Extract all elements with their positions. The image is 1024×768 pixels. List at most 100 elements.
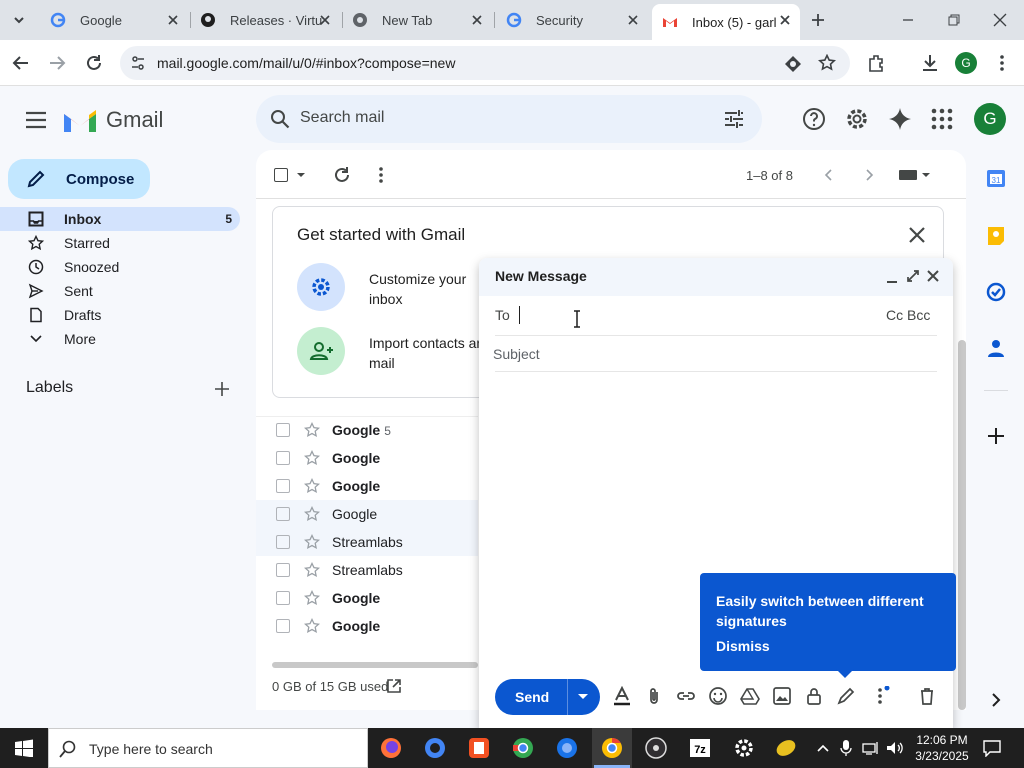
- office-app-icon[interactable]: [467, 736, 491, 760]
- settings-gear-icon[interactable]: [732, 736, 756, 760]
- chevron-up-icon[interactable]: [816, 742, 830, 754]
- emoji-icon[interactable]: [708, 686, 728, 706]
- import-contacts-option[interactable]: [297, 327, 345, 375]
- close-icon[interactable]: [318, 13, 332, 27]
- expand-icon[interactable]: [906, 269, 920, 283]
- obs-icon[interactable]: [644, 736, 668, 760]
- search-options-icon[interactable]: [723, 108, 745, 130]
- vertical-scrollbar[interactable]: [958, 340, 966, 710]
- chevron-right-icon[interactable]: [862, 168, 876, 182]
- chrome-profile-icon[interactable]: [511, 736, 535, 760]
- row-checkbox[interactable]: [276, 535, 290, 549]
- system-clock[interactable]: 12:06 PM 3/23/2025: [912, 732, 972, 764]
- settings-gear-icon[interactable]: [844, 106, 870, 132]
- compose-header[interactable]: New Message: [479, 258, 953, 296]
- formatting-options-icon[interactable]: [612, 686, 632, 706]
- star-icon[interactable]: [304, 478, 320, 494]
- row-checkbox[interactable]: [276, 591, 290, 605]
- more-vertical-icon[interactable]: [374, 165, 388, 185]
- firefox-icon[interactable]: [379, 736, 403, 760]
- nav-item-snoozed[interactable]: Snoozed: [0, 255, 240, 279]
- more-options-icon[interactable]: [870, 686, 890, 706]
- star-icon[interactable]: [304, 422, 320, 438]
- new-tab-button[interactable]: [810, 12, 826, 28]
- close-icon[interactable]: [626, 13, 640, 27]
- search-input[interactable]: Search mail: [300, 109, 384, 127]
- extensions-icon[interactable]: [866, 53, 886, 73]
- keep-icon[interactable]: [986, 226, 1006, 246]
- star-icon[interactable]: [304, 506, 320, 522]
- cc-bcc-toggle[interactable]: Cc Bcc: [886, 307, 930, 323]
- caret-down-icon[interactable]: [577, 693, 589, 701]
- close-icon[interactable]: [470, 13, 484, 27]
- back-arrow-icon[interactable]: [12, 54, 30, 72]
- forward-arrow-icon[interactable]: [48, 54, 66, 72]
- help-icon[interactable]: [801, 106, 827, 132]
- notifications-icon[interactable]: [982, 739, 1002, 757]
- nav-item-starred[interactable]: Starred: [0, 231, 240, 255]
- tab-search-button[interactable]: [10, 12, 28, 28]
- nav-item-sent[interactable]: Sent: [0, 279, 240, 303]
- apps-grid-icon[interactable]: [929, 106, 955, 132]
- chrome-active-icon[interactable]: [600, 736, 624, 760]
- bookmark-star-icon[interactable]: [818, 54, 836, 72]
- google-drive-icon[interactable]: [740, 686, 760, 706]
- horizontal-scrollbar[interactable]: [272, 662, 478, 668]
- star-icon[interactable]: [304, 450, 320, 466]
- subject-input[interactable]: [493, 342, 933, 366]
- compose-button[interactable]: Compose: [8, 159, 150, 199]
- maximize-window-button[interactable]: [946, 12, 962, 28]
- confidential-mode-icon[interactable]: [804, 686, 824, 706]
- plus-icon[interactable]: [214, 381, 230, 397]
- browser-tab-new-tab[interactable]: New Tab: [344, 0, 492, 40]
- discard-draft-icon[interactable]: [917, 686, 937, 706]
- send-button-group[interactable]: Send: [495, 679, 600, 715]
- minimize-icon[interactable]: [885, 270, 899, 284]
- profile-avatar[interactable]: G: [955, 52, 977, 74]
- row-checkbox[interactable]: [276, 479, 290, 493]
- browser-tab-releases[interactable]: Releases · Virtu: [192, 0, 340, 40]
- chrome-app-icon[interactable]: [423, 736, 447, 760]
- dismiss-button[interactable]: Dismiss: [716, 638, 770, 654]
- send-button[interactable]: Send: [515, 689, 549, 705]
- star-icon[interactable]: [304, 590, 320, 606]
- close-window-button[interactable]: [992, 12, 1008, 28]
- minimize-window-button[interactable]: [900, 12, 916, 28]
- browser-tab-security[interactable]: Security: [496, 0, 648, 40]
- contacts-icon[interactable]: [986, 338, 1006, 358]
- browser-tab-inbox[interactable]: Inbox (5) - garl: [652, 4, 800, 40]
- network-icon[interactable]: [862, 740, 880, 756]
- 7zip-icon[interactable]: 7z: [688, 736, 712, 760]
- close-icon[interactable]: [166, 13, 180, 27]
- star-icon[interactable]: [304, 534, 320, 550]
- select-all-checkbox[interactable]: [274, 168, 288, 182]
- row-checkbox[interactable]: [276, 507, 290, 521]
- attach-file-icon[interactable]: [644, 686, 664, 706]
- download-icon[interactable]: [920, 53, 940, 73]
- keyboard-icon[interactable]: [898, 168, 932, 182]
- nav-item-more[interactable]: More: [0, 327, 240, 351]
- signature-icon[interactable]: [836, 686, 856, 706]
- gemini-sparkle-icon[interactable]: [887, 106, 913, 132]
- row-checkbox[interactable]: [276, 619, 290, 633]
- close-icon[interactable]: [778, 13, 792, 27]
- gmail-logo[interactable]: Gmail: [62, 104, 172, 136]
- windows-start-icon[interactable]: [14, 739, 34, 757]
- reload-icon[interactable]: [84, 53, 104, 73]
- close-icon[interactable]: [926, 269, 940, 283]
- row-checkbox[interactable]: [276, 451, 290, 465]
- row-checkbox[interactable]: [276, 423, 290, 437]
- address-bar[interactable]: mail.google.com/mail/u/0/#inbox?compose=…: [120, 46, 850, 80]
- row-checkbox[interactable]: [276, 563, 290, 577]
- caret-down-icon[interactable]: [296, 172, 306, 180]
- lens-icon[interactable]: [784, 55, 802, 73]
- nav-item-inbox[interactable]: Inbox 5: [0, 207, 240, 231]
- tasks-icon[interactable]: [986, 282, 1006, 302]
- browser-tab-google[interactable]: Google: [40, 0, 188, 40]
- external-link-icon[interactable]: [386, 678, 402, 694]
- search-bar[interactable]: Search mail: [256, 95, 762, 143]
- more-vertical-icon[interactable]: [994, 53, 1010, 73]
- refresh-icon[interactable]: [332, 165, 352, 185]
- taskbar-search-box[interactable]: Type here to search: [48, 728, 368, 768]
- nav-item-drafts[interactable]: Drafts: [0, 303, 240, 327]
